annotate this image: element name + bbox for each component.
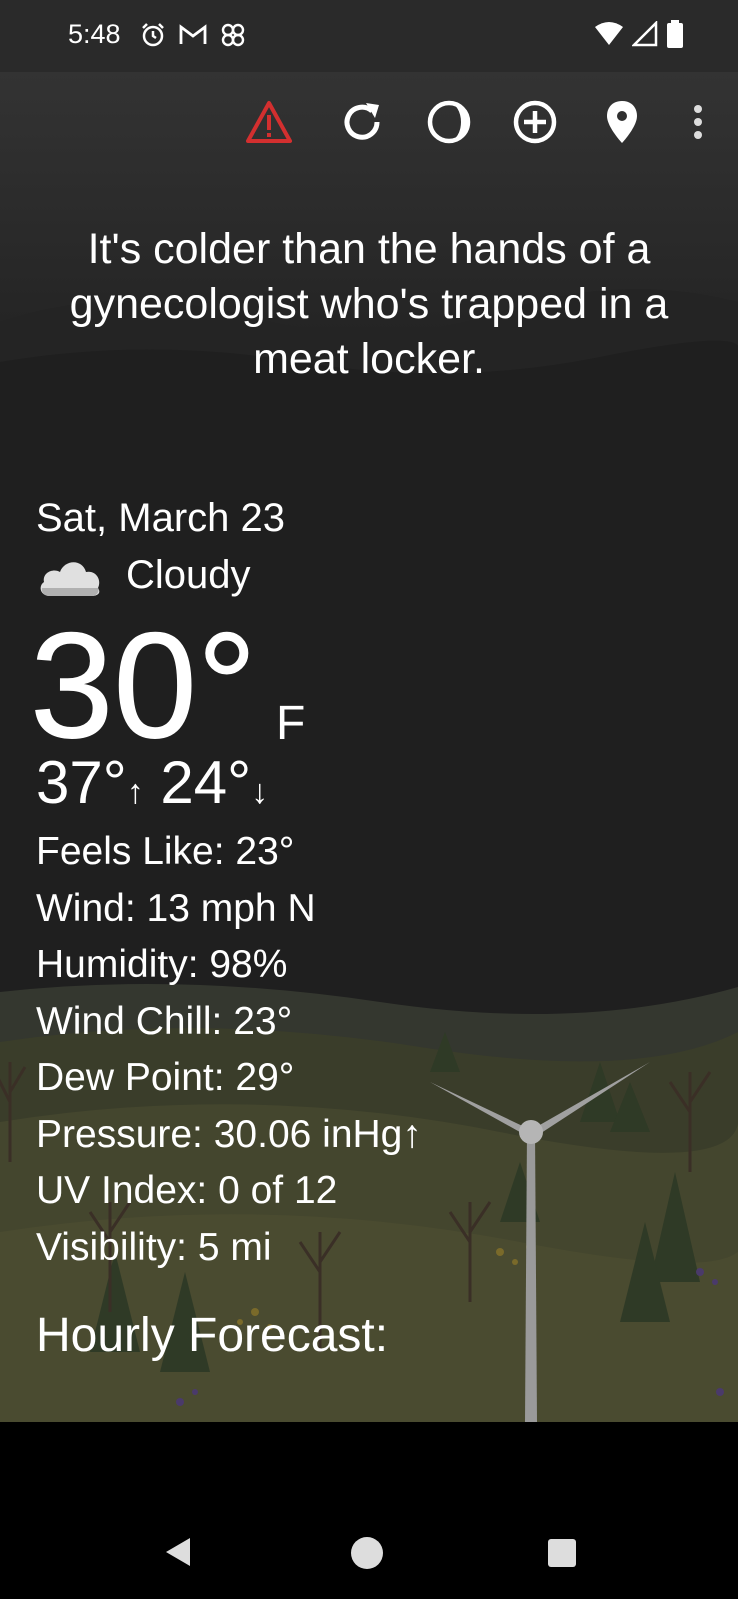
pressure: Pressure: 30.06 inHg↑	[36, 1112, 422, 1156]
alarm-icon	[142, 23, 164, 47]
navigation-bar	[0, 1422, 738, 1599]
temperature-unit: F	[276, 697, 306, 750]
theme-button[interactable]	[425, 98, 473, 146]
more-options-button[interactable]	[674, 98, 722, 146]
condition-label: Cloudy	[126, 552, 251, 597]
low-arrow-icon: ↓	[251, 773, 269, 811]
dew-point: Dew Point: 29°	[36, 1056, 295, 1099]
wind: Wind: 13 mph N	[36, 886, 316, 930]
recents-icon[interactable]	[547, 1538, 577, 1568]
add-location-button[interactable]	[511, 98, 559, 146]
warning-button[interactable]	[245, 98, 293, 146]
hourly-forecast-title: Hourly Forecast:	[36, 1309, 389, 1362]
high-temperature: 37°	[36, 749, 127, 816]
visibility: Visibility: 5 mi	[36, 1225, 272, 1269]
wind-chill: Wind Chill: 23°	[36, 999, 293, 1043]
forecast-date: Sat, March 23	[36, 496, 286, 540]
high-low-temperatures: 37°↑ 24°↓	[36, 748, 268, 827]
location-pin-icon	[607, 101, 637, 143]
pinwheel-icon	[221, 23, 245, 47]
status-icons-right	[594, 20, 684, 48]
toolbar	[0, 72, 738, 172]
warning-icon	[246, 101, 292, 143]
refresh-button[interactable]	[338, 98, 386, 146]
gmail-icon	[179, 24, 207, 44]
weather-details: Feels Like: 23° Wind: 13 mph N Humidity:…	[36, 824, 422, 1276]
current-temperature: 30°	[30, 601, 258, 769]
cell-signal-icon	[632, 21, 658, 47]
home-icon[interactable]	[350, 1536, 384, 1570]
status-icons-left	[140, 22, 246, 48]
cloud-icon	[40, 562, 100, 596]
high-arrow-icon: ↑	[126, 773, 144, 811]
more-options-icon	[694, 105, 702, 139]
weather-app: It's colder than the hands of a gynecolo…	[0, 72, 738, 1422]
back-icon[interactable]	[160, 1532, 200, 1572]
low-temperature: 24°	[160, 749, 252, 816]
location-button[interactable]	[598, 98, 646, 146]
uv-index: UV Index: 0 of 12	[36, 1169, 338, 1212]
status-bar: 5:48	[0, 0, 738, 72]
refresh-icon	[344, 103, 380, 140]
wifi-icon	[595, 22, 623, 45]
current-condition: Cloudy	[36, 552, 251, 598]
weather-quote: It's colder than the hands of a gynecolo…	[69, 225, 669, 383]
humidity: Humidity: 98%	[36, 943, 288, 986]
battery-icon	[667, 20, 683, 48]
status-time: 5:48	[68, 19, 121, 49]
theme-icon	[427, 100, 471, 144]
add-location-icon	[513, 100, 557, 144]
feels-like: Feels Like: 23°	[36, 830, 295, 873]
